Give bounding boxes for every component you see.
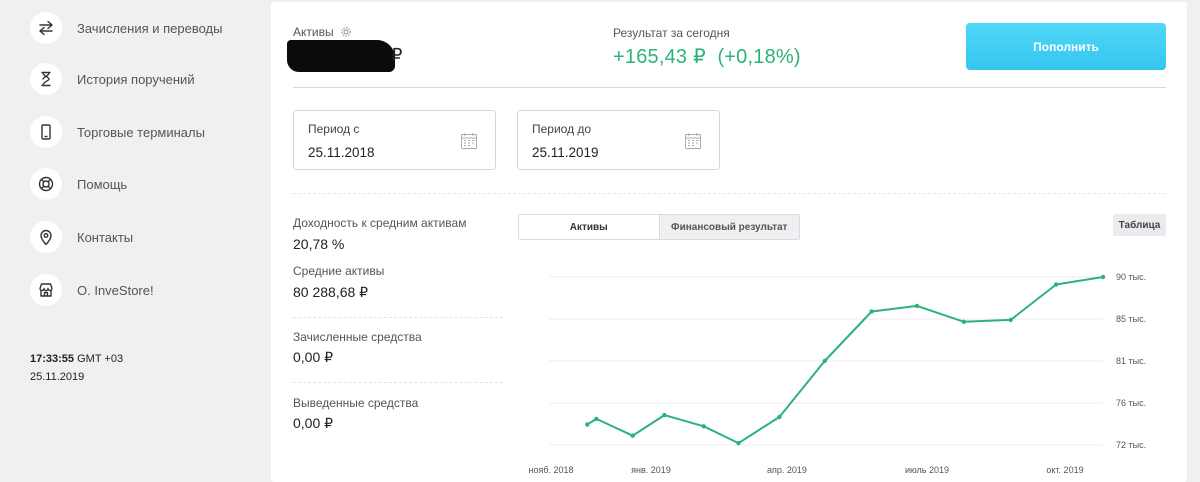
- data-point: [961, 319, 967, 324]
- data-point: [736, 440, 741, 446]
- x-tick-label: нояб. 2018: [528, 465, 573, 475]
- data-point: [869, 309, 874, 314]
- x-tick-label: окт. 2019: [1046, 465, 1083, 475]
- sidebar-item-terminals[interactable]: Торговые терминалы: [30, 116, 205, 148]
- sidebar-item-label: Контакты: [77, 229, 134, 245]
- sidebar-item-label: О. InveStore!: [77, 282, 154, 298]
- data-point: [777, 414, 782, 420]
- data-point: [1100, 274, 1106, 280]
- data-point: [1008, 317, 1013, 323]
- data-point: [822, 358, 827, 364]
- lifebuoy-icon: [30, 168, 62, 200]
- sidebar-item-label: История поручений: [77, 71, 195, 87]
- y-tick-label: 85 тыс.: [1116, 314, 1146, 324]
- sidebar-item-transfers[interactable]: Зачисления и переводы: [30, 12, 222, 44]
- y-tick-label: 72 тыс.: [1116, 440, 1146, 450]
- data-point: [594, 416, 599, 422]
- y-tick-label: 76 тыс.: [1116, 398, 1146, 408]
- data-point: [914, 303, 920, 309]
- x-tick-label: янв. 2019: [631, 465, 671, 475]
- phone-icon: [30, 116, 62, 148]
- store-icon: [30, 274, 62, 306]
- sidebar-item-history[interactable]: История поручений: [30, 63, 195, 95]
- location-pin-icon: [30, 221, 62, 253]
- clock-date: 25.11.2019: [30, 371, 85, 383]
- sidebar-item-label: Помощь: [77, 176, 128, 192]
- sidebar-item-about[interactable]: О. InveStore!: [30, 274, 154, 306]
- data-point: [662, 412, 667, 418]
- assets-chart: 90 тыс. 85 тыс. 81 тыс. 76 тыс. 72 тыс. нояб.…: [528, 272, 1146, 475]
- sidebar: Зачисления и переводы История поручений …: [0, 0, 265, 482]
- clock-timezone: GMT +03: [77, 353, 124, 365]
- sidebar-item-help[interactable]: Помощь: [30, 168, 127, 200]
- series-line: [586, 276, 1104, 445]
- data-point: [585, 422, 590, 427]
- hourglass-icon: [30, 63, 62, 95]
- clock-time: 17:33:55: [30, 353, 75, 365]
- data-point: [701, 424, 706, 429]
- clock: 17:33:55 GMT +03 25.11.2019: [30, 350, 123, 386]
- data-point: [630, 433, 635, 438]
- portfolio-panel: Активы ₽ Результат за сегодня +165,43 ₽ …: [271, 2, 1187, 482]
- y-tick-label: 90 тыс.: [1116, 272, 1146, 282]
- sidebar-item-label: Зачисления и переводы: [77, 20, 223, 36]
- data-point: [1053, 282, 1059, 287]
- y-tick-label: 81 тыс.: [1116, 356, 1146, 366]
- x-tick-label: июль 2019: [905, 465, 949, 475]
- x-tick-label: апр. 2019: [767, 465, 807, 475]
- sidebar-item-contacts[interactable]: Контакты: [30, 221, 133, 253]
- sidebar-item-label: Торговые терминалы: [77, 124, 205, 140]
- transfer-arrows-icon: [30, 12, 62, 44]
